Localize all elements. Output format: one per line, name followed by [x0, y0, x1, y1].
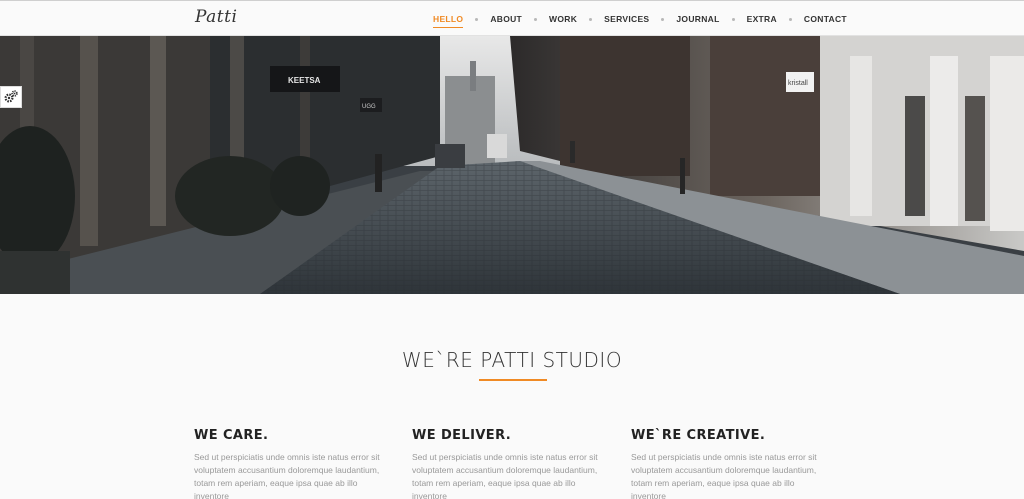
feature-text: Sed ut perspiciatis unde omnis iste natu…	[194, 452, 380, 499]
nav-item-hello[interactable]: HELLO	[433, 1, 464, 37]
feature-creative: WE`RE CREATIVE. Sed ut perspiciatis unde…	[631, 428, 826, 499]
nav-item-contact[interactable]: CONTACT	[804, 1, 847, 37]
feature-deliver: WE DELIVER. Sed ut perspiciatis unde omn…	[412, 428, 607, 499]
storefront-sign-kristall: kristall	[788, 80, 808, 87]
storefront-sign-keetsa: KEETSA	[288, 76, 321, 85]
feature-care: WE CARE. Sed ut perspiciatis unde omnis …	[194, 428, 389, 499]
nav-separator	[661, 17, 665, 21]
nav-item-journal[interactable]: JOURNAL	[676, 1, 719, 37]
main-nav: HELLO ABOUT WORK SERVICES JOURNAL EXTRA …	[433, 1, 847, 37]
gears-icon	[4, 90, 18, 103]
nav-separator	[475, 17, 479, 21]
feature-text: Sed ut perspiciatis unde omnis iste natu…	[412, 452, 598, 499]
nav-item-work[interactable]: WORK	[549, 1, 577, 37]
feature-text: Sed ut perspiciatis unde omnis iste natu…	[631, 452, 817, 499]
site-header: Patti HELLO ABOUT WORK SERVICES JOURNAL …	[0, 0, 1024, 36]
storefront-sign-ugg: UGG	[362, 104, 376, 110]
settings-button[interactable]	[0, 86, 22, 108]
nav-separator	[534, 17, 538, 21]
nav-item-services[interactable]: SERVICES	[604, 1, 649, 37]
nav-separator	[788, 17, 792, 21]
site-logo[interactable]: Patti	[195, 7, 237, 27]
feature-title: WE`RE CREATIVE.	[631, 428, 766, 443]
feature-title: WE DELIVER.	[412, 428, 512, 443]
section-title: WE`RE PATTI STUDIO	[401, 348, 623, 372]
nav-item-extra[interactable]: EXTRA	[747, 1, 777, 37]
nav-separator	[589, 17, 593, 21]
feature-title: WE CARE.	[194, 428, 269, 443]
nav-separator	[731, 17, 735, 21]
nav-item-about[interactable]: ABOUT	[490, 1, 522, 37]
hero-image: KEETSA UGG kristall	[0, 36, 1024, 294]
title-underline	[479, 379, 547, 381]
street-scene-image: KEETSA UGG kristall	[0, 36, 1024, 294]
